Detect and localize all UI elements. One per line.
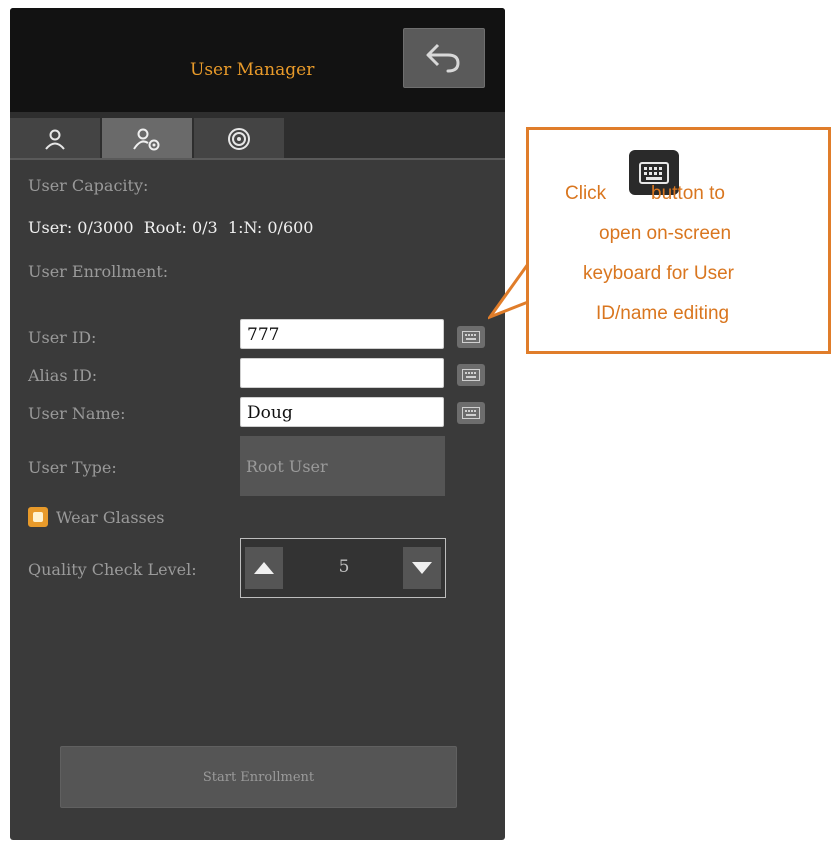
callout-pointer [488, 263, 530, 320]
quality-check-value: 5 [338, 557, 350, 577]
checkbox-check-icon [33, 512, 43, 522]
instruction-callout: Click button to open on-screen keyboard … [526, 127, 831, 354]
user-type-selector[interactable]: Root User [240, 436, 445, 496]
user-enrollment-label: User Enrollment: [28, 262, 169, 281]
quality-increase-button[interactable] [245, 547, 283, 589]
start-enrollment-button[interactable]: Start Enrollment [60, 746, 457, 808]
keyboard-icon [462, 331, 480, 343]
back-button[interactable] [403, 28, 485, 88]
callout-line-3: open on-screen [599, 223, 732, 244]
down-arrow-icon [412, 562, 432, 574]
callout-line-2: button to [651, 183, 725, 204]
wear-glasses-label: Wear Glasses [56, 508, 165, 527]
user-capacity-label: User Capacity: [28, 176, 149, 195]
person-icon [45, 129, 65, 150]
quality-decrease-button[interactable] [403, 547, 441, 589]
tab-divider [10, 158, 505, 160]
quality-check-stepper: 5 [240, 538, 446, 598]
tab-settings[interactable] [194, 118, 284, 160]
gear-icon [228, 128, 250, 150]
tab-bar [10, 112, 505, 160]
alias-id-keyboard-button[interactable] [457, 364, 485, 386]
wear-glasses-checkbox[interactable] [28, 507, 48, 527]
up-arrow-icon [254, 562, 274, 574]
user-id-keyboard-button[interactable] [457, 326, 485, 348]
quality-check-label: Quality Check Level: [28, 560, 197, 579]
callout-line-5: ID/name editing [596, 303, 730, 324]
user-name-field[interactable]: Doug [240, 397, 444, 427]
user-id-label: User ID: [28, 328, 97, 347]
alias-id-label: Alias ID: [28, 366, 98, 385]
back-arrow-icon [426, 43, 460, 73]
keyboard-icon [462, 407, 480, 419]
callout-line-1: Click [565, 183, 607, 204]
user-id-field[interactable]: 777 [240, 319, 444, 349]
user-name-label: User Name: [28, 404, 126, 423]
user-name-keyboard-button[interactable] [457, 402, 485, 424]
page-title: User Manager [190, 60, 315, 80]
header-bar: User Manager [10, 8, 505, 112]
tab-user[interactable] [10, 118, 100, 160]
device-screen: User Manager User Capacity: User: 0/3000… [10, 8, 505, 840]
tab-user-settings[interactable] [102, 118, 192, 160]
alias-id-field[interactable] [240, 358, 444, 388]
keyboard-icon [462, 369, 480, 381]
user-type-label: User Type: [28, 458, 117, 477]
callout-line-4: keyboard for User [583, 263, 735, 284]
person-gear-icon [133, 128, 160, 151]
user-capacity-value: User: 0/3000 Root: 0/3 1:N: 0/600 [28, 218, 314, 237]
